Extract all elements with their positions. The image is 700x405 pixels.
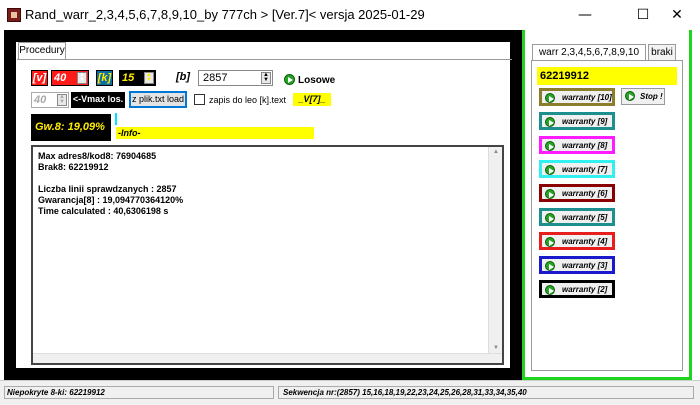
warranty-button[interactable]: warranty [6] [539,184,615,202]
k-stepper[interactable]: 15 ▲ ▼ [119,70,156,86]
play-icon [545,237,555,247]
warranty-label: warranty [3] [562,261,608,270]
load-file-button[interactable]: z plik.txt load [129,91,187,108]
play-icon [545,213,555,223]
save-checkbox[interactable] [194,94,205,105]
guarantee-display: Gw.8: 19,09% [31,114,111,141]
b-stepper[interactable]: 2857 ▲ ▼ [198,70,273,86]
disabled-value: 40 [34,94,47,106]
minimize-button[interactable]: — [562,0,608,30]
v-stepper-arrows[interactable]: ▲ ▼ [77,72,87,84]
tab-braki[interactable]: braki [648,44,676,60]
status-uncovered: Niepokryte 8-ki: 62219912 [4,386,274,399]
warranty-label: warranty [7] [562,165,608,174]
disabled-stepper: 40 ▲ ▼ [31,92,69,108]
warranty-button[interactable]: warranty [5] [539,208,615,226]
status-sequence: Sekwencja nr:(2857) 15,16,18,19,22,23,24… [278,386,694,399]
output-textbox[interactable]: Max adres8/kod8: 76904685 Brak8: 6221991… [31,145,504,365]
warranty-label: warranty [2] [562,285,608,294]
b-label: [b] [175,71,191,83]
k-label: [k] [96,70,113,86]
info-bar: -Info- [116,127,314,139]
play-icon [625,91,635,101]
app-icon [7,8,21,22]
uncovered-number: 62219912 [537,67,677,85]
v-value: 40 [54,72,67,84]
warranty-button[interactable]: warranty [10] [539,88,615,106]
losowe-button[interactable]: Losowe [298,75,335,86]
close-button[interactable]: ✕ [654,0,700,30]
vertical-scrollbar[interactable]: ▲ ▼ [488,147,502,355]
status-bar: Niepokryte 8-ki: 62219912 Sekwencja nr:(… [0,380,700,405]
stop-label: Stop ! [640,92,663,101]
warranty-label: warranty [6] [562,189,608,198]
disabled-stepper-arrows: ▲ ▼ [57,94,67,106]
scroll-down-icon[interactable]: ▼ [491,345,501,353]
play-icon [545,117,555,127]
warranty-button[interactable]: warranty [8] [539,136,615,154]
cyan-marker [115,113,117,125]
v-label: [v] [31,70,48,86]
save-checkbox-label[interactable]: zapis do leo [k].text [209,95,286,105]
title-bar: Rand_warr_2,3,4,5,6,7,8,9,10_by 777ch > … [0,0,700,30]
play-icon [545,285,555,295]
horizontal-scrollbar[interactable] [33,353,502,363]
warranty-label: warranty [4] [562,237,608,246]
play-icon[interactable] [284,74,295,85]
warranty-button[interactable]: warranty [2] [539,280,615,298]
warranty-label: warranty [9] [562,117,608,126]
k-value: 15 [122,72,135,84]
v7-label: _V[7]_ [293,93,331,106]
k-stepper-arrows[interactable]: ▲ ▼ [144,72,154,84]
warranty-button[interactable]: warranty [9] [539,112,615,130]
tab-procedury[interactable]: Procedury [18,42,66,59]
b-stepper-arrows[interactable]: ▲ ▼ [261,72,271,84]
v-stepper[interactable]: 40 ▲ ▼ [51,70,89,86]
play-icon [545,141,555,151]
warranty-button[interactable]: warranty [4] [539,232,615,250]
play-icon [545,93,555,103]
warranty-button[interactable]: warranty [3] [539,256,615,274]
warranty-label: warranty [8] [562,141,608,150]
play-icon [545,261,555,271]
tab-warr[interactable]: warr 2,3,4,5,6,7,8,9,10 [532,44,646,60]
scroll-up-icon[interactable]: ▲ [491,149,501,157]
output-text: Max adres8/kod8: 76904685 Brak8: 6221991… [38,151,184,216]
warranty-label: warranty [5] [562,213,608,222]
window-title: Rand_warr_2,3,4,5,6,7,8,9,10_by 777ch > … [25,7,425,22]
b-value: 2857 [203,72,228,84]
warranty-label: warranty [10] [562,93,612,102]
play-icon [545,165,555,175]
stop-button[interactable]: Stop ! [621,88,665,105]
play-icon [545,189,555,199]
vmax-button[interactable]: <-Vmax los. [71,92,125,108]
warranty-button[interactable]: warranty [7] [539,160,615,178]
